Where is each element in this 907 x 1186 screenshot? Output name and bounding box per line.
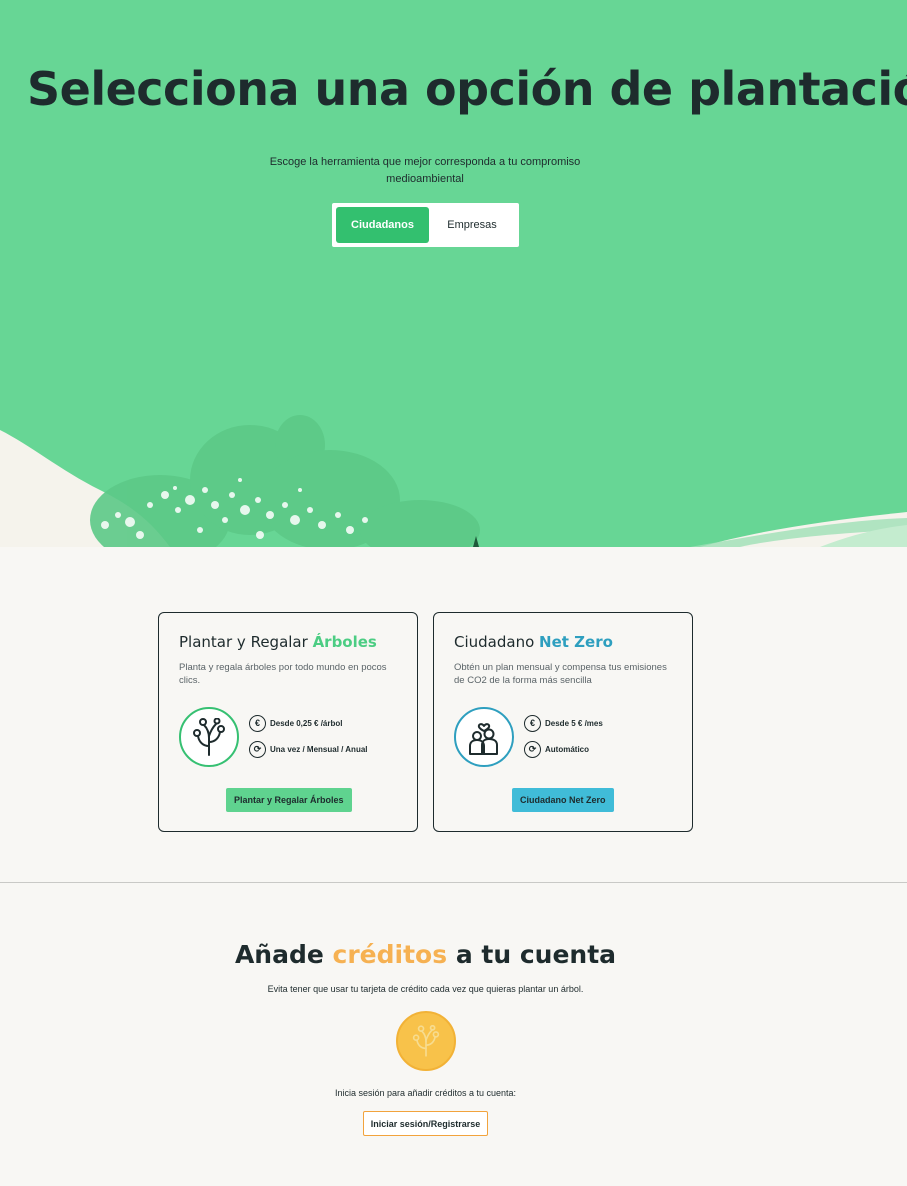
price-text: Desde 5 € /mes xyxy=(545,719,603,728)
frequency-feature: ⟳ Automático xyxy=(524,741,589,758)
card-title-prefix: Plantar y Regalar xyxy=(179,633,313,651)
price-feature: € Desde 5 € /mes xyxy=(524,715,603,732)
section-divider xyxy=(0,882,907,883)
refresh-icon: ⟳ xyxy=(524,741,541,758)
credits-title-before: Añade xyxy=(234,940,333,969)
card-title-highlight: Árboles xyxy=(312,633,377,651)
login-prompt: Inicia sesión para añadir créditos a tu … xyxy=(334,1088,517,1098)
net-zero-card: Ciudadano Net Zero Obtén un plan mensual… xyxy=(433,612,693,832)
euro-icon: € xyxy=(249,715,266,732)
people-heart-icon xyxy=(454,707,514,767)
net-zero-button[interactable]: Ciudadano Net Zero xyxy=(512,788,614,812)
hero-section: Selecciona una opción de plantación Esco… xyxy=(0,0,907,547)
audience-toggle: Ciudadanos Empresas xyxy=(332,203,519,247)
plant-trees-card: Plantar y Regalar Árboles Planta y regal… xyxy=(158,612,418,832)
frequency-text: Automático xyxy=(545,745,589,754)
price-feature: € Desde 0,25 € /árbol xyxy=(249,715,342,732)
credits-subtitle: Evita tener que usar tu tarjeta de crédi… xyxy=(267,984,584,994)
euro-icon: € xyxy=(524,715,541,732)
tab-ciudadanos[interactable]: Ciudadanos xyxy=(336,207,429,243)
page-title: Selecciona una opción de plantación xyxy=(27,62,907,116)
price-text: Desde 0,25 € /árbol xyxy=(270,719,343,728)
credits-title-after: a tu cuenta xyxy=(447,940,617,969)
card-title-prefix: Ciudadano xyxy=(454,633,540,651)
card-title: Ciudadano Net Zero xyxy=(454,633,613,651)
login-button[interactable]: Iniciar sesión/Registrarse xyxy=(363,1111,488,1136)
tab-empresas[interactable]: Empresas xyxy=(429,207,515,243)
credits-title-accent: créditos xyxy=(332,940,448,969)
card-title: Plantar y Regalar Árboles xyxy=(179,633,377,651)
frequency-text: Una vez / Mensual / Anual xyxy=(270,745,368,754)
credits-title: Añade créditos a tu cuenta xyxy=(0,940,851,969)
frequency-feature: ⟳ Una vez / Mensual / Anual xyxy=(249,741,368,758)
refresh-icon: ⟳ xyxy=(249,741,266,758)
plant-trees-button[interactable]: Plantar y Regalar Árboles xyxy=(226,788,352,812)
tree-icon xyxy=(179,707,239,767)
card-title-highlight: Net Zero xyxy=(539,633,613,651)
card-description: Planta y regala árboles por todo mundo e… xyxy=(179,662,387,686)
hero-subtitle: Escoge la herramienta que mejor correspo… xyxy=(269,156,581,185)
tree-coin-icon xyxy=(396,1011,456,1071)
card-description: Obtén un plan mensual y compensa tus emi… xyxy=(454,662,667,686)
